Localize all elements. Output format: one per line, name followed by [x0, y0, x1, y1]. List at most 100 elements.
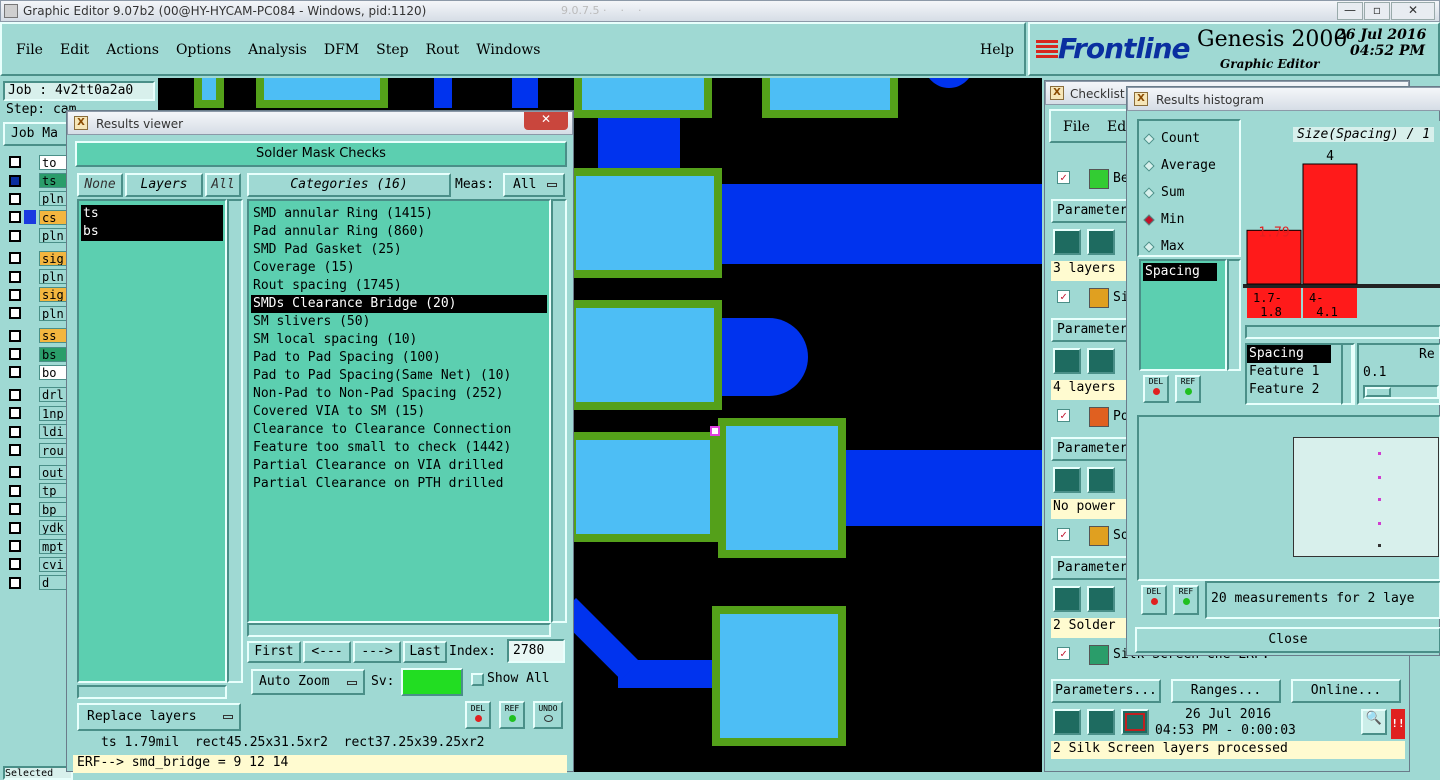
- histogram-option-sum[interactable]: Sum: [1139, 179, 1239, 206]
- histogram-option-max[interactable]: Max: [1139, 233, 1239, 260]
- menu-item-step[interactable]: Step: [376, 42, 408, 58]
- radio-diamond-icon[interactable]: [1143, 159, 1155, 172]
- all-layers-button[interactable]: All: [205, 173, 241, 197]
- undo-button[interactable]: UNDO: [533, 701, 563, 729]
- category-item[interactable]: Feature too small to check (1442): [251, 439, 547, 457]
- layer-row[interactable]: drl: [3, 386, 73, 404]
- layer-row[interactable]: to: [3, 153, 73, 171]
- layer-row[interactable]: out: [3, 463, 73, 481]
- layer-row[interactable]: ldi: [3, 422, 73, 440]
- sv-color-dropdown[interactable]: [401, 668, 463, 696]
- layer-row[interactable]: bs: [3, 345, 73, 363]
- field-feature1[interactable]: Feature 1: [1247, 363, 1351, 381]
- layer-row[interactable]: pln: [3, 190, 73, 208]
- layer-name[interactable]: to: [39, 154, 67, 170]
- layers-hscrollbar[interactable]: [77, 685, 227, 699]
- radio-diamond-icon[interactable]: [1143, 240, 1155, 253]
- layer-name[interactable]: bs: [39, 346, 67, 362]
- layer-checkbox[interactable]: [9, 270, 21, 283]
- range-slider[interactable]: [1363, 385, 1439, 399]
- layer-row[interactable]: sig: [3, 249, 73, 267]
- layers-scrollbar[interactable]: [227, 199, 243, 683]
- feature-scrollbar[interactable]: [1341, 343, 1355, 405]
- categories-scrollbar[interactable]: [551, 199, 567, 623]
- prev-button[interactable]: <---: [303, 641, 351, 663]
- categories-hscrollbar[interactable]: [247, 623, 551, 637]
- histogram-hscrollbar[interactable]: [1245, 325, 1440, 339]
- minimize-button[interactable]: —: [1337, 2, 1363, 20]
- layer-row[interactable]: d: [3, 574, 73, 592]
- categories-button[interactable]: Categories (16): [247, 173, 451, 197]
- layer-row[interactable]: sig: [3, 286, 73, 304]
- layer-name[interactable]: ydk: [39, 520, 67, 536]
- layer-row[interactable]: tp: [3, 482, 73, 500]
- category-item[interactable]: SMD annular Ring (1415): [251, 205, 547, 223]
- layer-checkbox[interactable]: [9, 466, 21, 479]
- checklist-menu-file[interactable]: File: [1063, 119, 1090, 135]
- close-button[interactable]: ✕: [1391, 2, 1435, 20]
- category-item[interactable]: SM local spacing (10): [251, 331, 547, 349]
- run-all-icon[interactable]: [1087, 229, 1115, 255]
- replace-layers-button[interactable]: Replace layers: [77, 703, 241, 731]
- layer-name[interactable]: sig: [39, 250, 67, 266]
- range-slider-thumb[interactable]: [1365, 387, 1391, 397]
- histogram-close-button[interactable]: Close: [1135, 627, 1440, 653]
- layer-name[interactable]: d: [39, 575, 67, 591]
- layer-name[interactable]: sig: [39, 287, 67, 303]
- layer-row[interactable]: bp: [3, 500, 73, 518]
- run-check-icon[interactable]: [1053, 348, 1081, 374]
- category-item[interactable]: Pad to Pad Spacing (100): [251, 349, 547, 367]
- layer-row[interactable]: bo: [3, 363, 73, 381]
- category-item[interactable]: Pad to Pad Spacing(Same Net) (10): [251, 367, 547, 385]
- layer-checkbox[interactable]: [9, 521, 21, 534]
- layer-checkbox[interactable]: [9, 307, 21, 320]
- layer-row[interactable]: 1np: [3, 404, 73, 422]
- layer-name[interactable]: cs: [39, 209, 67, 225]
- histogram-option-count[interactable]: Count: [1139, 125, 1239, 152]
- layer-name[interactable]: ts: [39, 173, 67, 189]
- layer-checkbox[interactable]: [9, 407, 21, 420]
- layer-row[interactable]: mpt: [3, 537, 73, 555]
- histogram-list[interactable]: Spacing: [1139, 259, 1227, 371]
- layer-row[interactable]: pln: [3, 267, 73, 285]
- layer-checkbox[interactable]: [9, 192, 21, 205]
- field-spacing[interactable]: Spacing: [1247, 345, 1331, 363]
- results-viewer-close-button[interactable]: ✕: [524, 112, 568, 130]
- zoom-icon[interactable]: 🔍: [1361, 709, 1387, 735]
- online-button[interactable]: Online...: [1291, 679, 1401, 703]
- layers-listbox[interactable]: ts bs: [77, 199, 227, 683]
- layer-checkbox[interactable]: [9, 540, 21, 552]
- layer-row[interactable]: ss: [3, 327, 73, 345]
- auto-zoom-dropdown[interactable]: Auto Zoom: [251, 669, 365, 695]
- radio-diamond-icon[interactable]: [1143, 213, 1155, 226]
- run-check-icon[interactable]: [1053, 229, 1081, 255]
- checklist-row-checkbox[interactable]: ✓: [1057, 171, 1070, 184]
- field-feature2[interactable]: Feature 2: [1247, 381, 1351, 399]
- menu-item-actions[interactable]: Actions: [106, 42, 159, 58]
- layer-row[interactable]: pln: [3, 227, 73, 245]
- layer-checkbox[interactable]: [9, 503, 21, 516]
- run-check-icon[interactable]: [1053, 709, 1081, 735]
- category-item[interactable]: Pad annular Ring (860): [251, 223, 547, 241]
- category-item[interactable]: Non-Pad to Non-Pad Spacing (252): [251, 385, 547, 403]
- layer-checkbox[interactable]: [9, 425, 21, 438]
- layer-name[interactable]: drl: [39, 387, 67, 403]
- category-item[interactable]: Coverage (15): [251, 259, 547, 277]
- layer-name[interactable]: out: [39, 464, 67, 480]
- layer-checkbox[interactable]: [9, 484, 21, 497]
- layer-row[interactable]: cvi: [3, 555, 73, 573]
- category-item[interactable]: Covered VIA to SM (15): [251, 403, 547, 421]
- layer-name[interactable]: mpt: [39, 538, 67, 554]
- layer-name[interactable]: rou: [39, 442, 67, 458]
- layer-checkbox[interactable]: [9, 156, 21, 169]
- layer-name[interactable]: ss: [39, 328, 67, 344]
- layer-item-bs[interactable]: bs: [81, 223, 223, 241]
- category-item[interactable]: SMD Pad Gasket (25): [251, 241, 547, 259]
- layer-checkbox[interactable]: [9, 558, 21, 571]
- category-item[interactable]: Rout spacing (1745): [251, 277, 547, 295]
- run-check-icon[interactable]: [1053, 586, 1081, 612]
- layer-name[interactable]: cvi: [39, 556, 67, 572]
- del-button[interactable]: DEL: [465, 701, 491, 729]
- layer-name[interactable]: pln: [39, 305, 67, 321]
- none-button[interactable]: None: [77, 173, 123, 197]
